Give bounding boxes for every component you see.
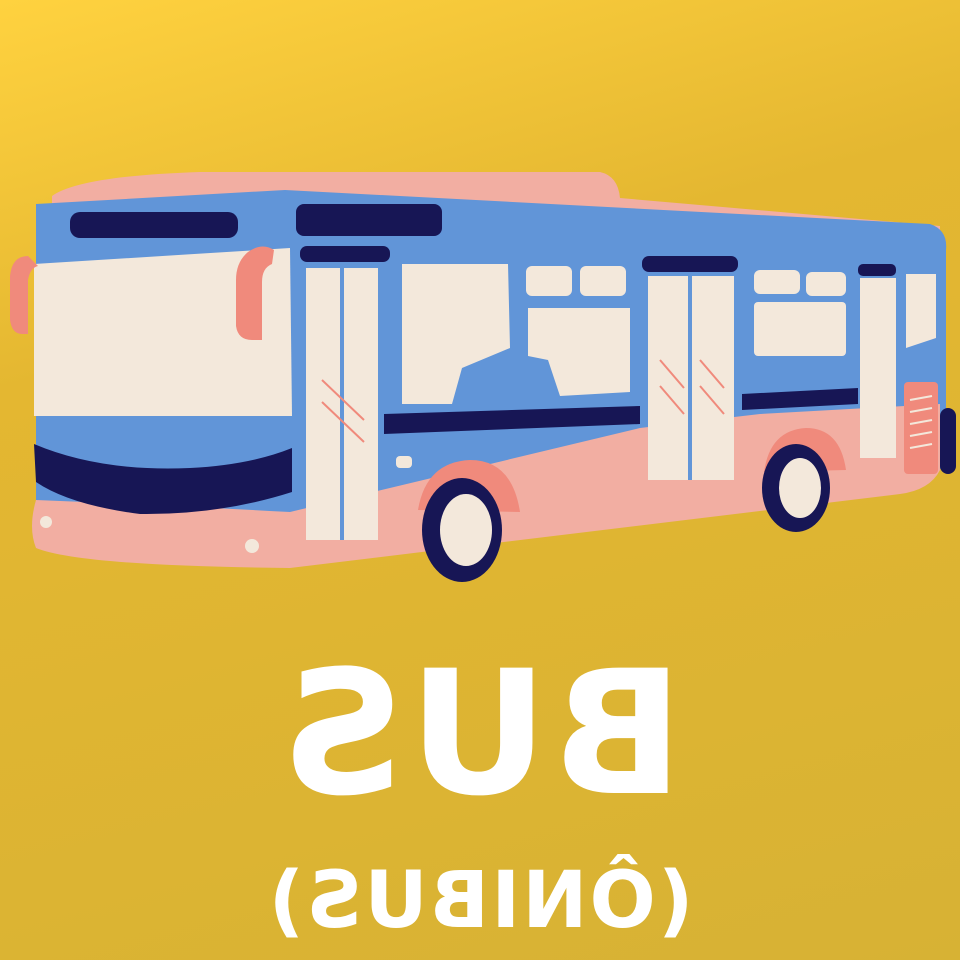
side-sign xyxy=(296,204,442,236)
window-2b xyxy=(580,266,626,296)
headlight-left xyxy=(40,516,52,528)
window-3c xyxy=(754,302,846,356)
window-2a xyxy=(526,266,572,296)
title: BUS xyxy=(276,633,684,834)
indicator xyxy=(396,456,412,468)
rear-door xyxy=(860,278,896,458)
bus-illustration xyxy=(10,172,956,582)
door-sign-2 xyxy=(642,256,738,272)
left-mirror xyxy=(10,256,38,334)
door-sign-3 xyxy=(858,264,896,276)
window-3a xyxy=(754,270,800,294)
subtitle: (ÔNIBUS) xyxy=(266,856,694,946)
window-4 xyxy=(906,274,936,348)
headlight-right xyxy=(245,539,259,553)
window-3b xyxy=(806,272,846,296)
destination-sign xyxy=(70,212,238,238)
door-sign-1 xyxy=(300,246,390,262)
rear-grille xyxy=(904,382,938,474)
